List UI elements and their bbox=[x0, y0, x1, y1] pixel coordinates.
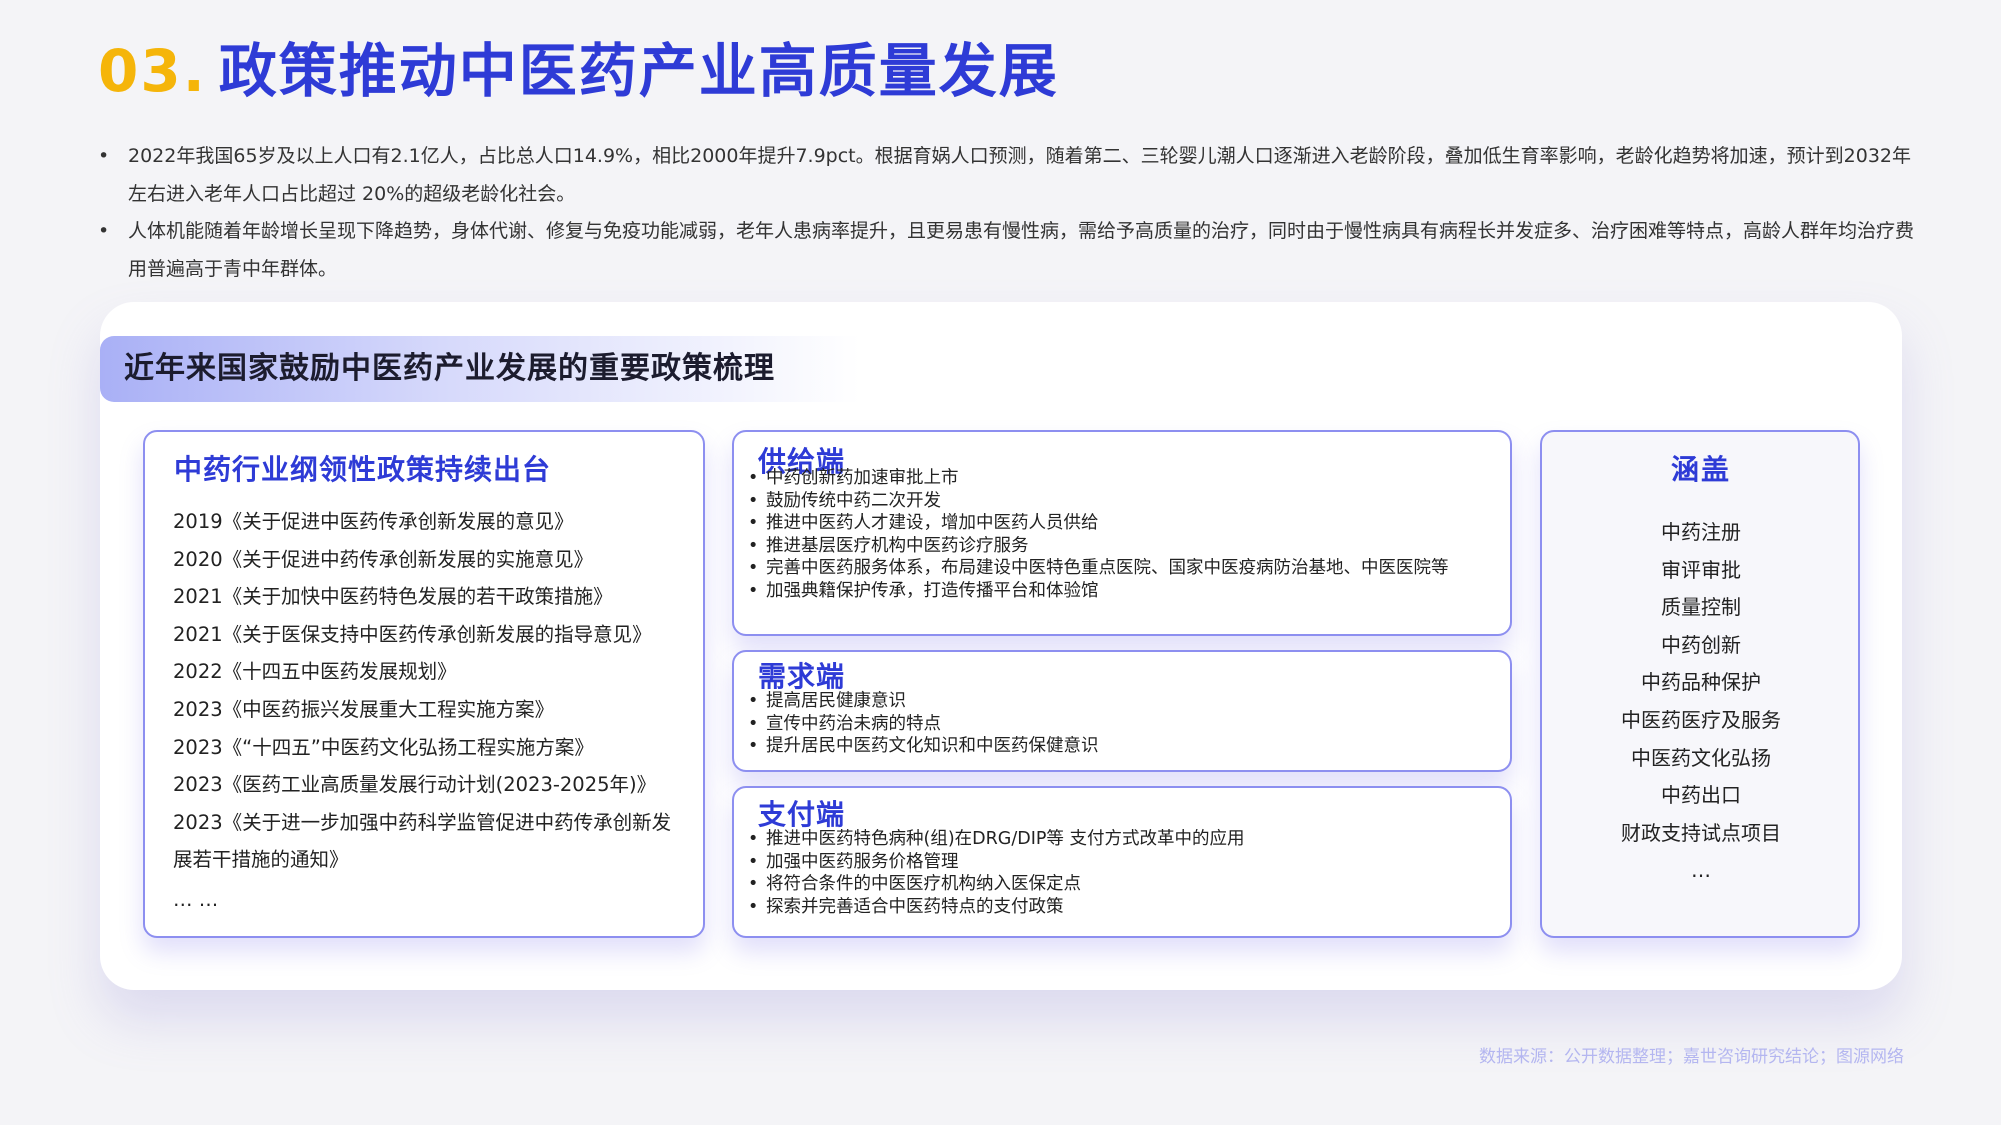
bullet-chronic-disease: 人体机能随着年龄增长呈现下降趋势，身体代谢、修复与免疫功能减弱，老年人患病率提升… bbox=[98, 213, 1918, 288]
data-source-note: 数据来源：公开数据整理；嘉世咨询研究结论；图源网络 bbox=[1479, 1047, 1904, 1067]
page-title: 03. 政策推动中医药产业高质量发展 bbox=[98, 34, 1059, 108]
list-item: 2023《中医药振兴发展重大工程实施方案》 bbox=[173, 697, 555, 721]
list-item: … bbox=[1691, 858, 1711, 883]
list-item: 2022《十四五中医药发展规划》 bbox=[173, 660, 457, 684]
panel-heading: 近年来国家鼓励中医药产业发展的重要政策梳理 bbox=[124, 351, 775, 386]
section-number: 03. bbox=[98, 37, 207, 105]
list-item: 中药品种保护 bbox=[1641, 670, 1761, 695]
list-item: 中药创新 bbox=[1661, 632, 1741, 657]
list-item: 将符合条件的中医医疗机构纳入医保定点 bbox=[748, 873, 1488, 896]
list-item: 2021《关于加快中医药特色发展的若干政策措施》 bbox=[173, 585, 613, 609]
intro-bullets: 2022年我国65岁及以上人口有2.1亿人，占比总人口14.9%，相比2000年… bbox=[98, 138, 1918, 288]
list-item: 中医药医疗及服务 bbox=[1621, 707, 1781, 732]
list-item: 2023《医药工业高质量发展行动计划(2023-2025年)》 bbox=[173, 773, 657, 797]
coverage-title: 涵盖 bbox=[1670, 453, 1731, 486]
supply-side-list: 中药创新药加速审批上市 鼓励传统中药二次开发 推进中医药人才建设，增加中医药人员… bbox=[748, 467, 1488, 602]
payment-side-title: 支付端 bbox=[758, 798, 846, 831]
list-item: 财政支持试点项目 bbox=[1621, 820, 1781, 845]
list-item: 中药注册 bbox=[1661, 520, 1741, 544]
list-item: 2023《“十四五”中医药文化弘扬工程实施方案》 bbox=[173, 735, 594, 759]
demand-side-title: 需求端 bbox=[758, 660, 846, 693]
demand-side-list: 提高居民健康意识 宣传中药治未病的特点 提升居民中医药文化知识和中医药保健意识 bbox=[748, 690, 1488, 758]
policy-list-title: 中药行业纲领性政策持续出台 bbox=[174, 453, 552, 486]
list-item: 审评审批 bbox=[1661, 557, 1741, 582]
list-item: 推进基层医疗机构中医药诊疗服务 bbox=[748, 535, 1488, 558]
section-title: 政策推动中医药产业高质量发展 bbox=[218, 37, 1059, 105]
list-item: 中医药文化弘扬 bbox=[1631, 745, 1771, 770]
list-item: 2021《关于医保支持中医药传承创新发展的指导意见》 bbox=[173, 622, 652, 646]
list-item: 加强中医药服务价格管理 bbox=[748, 851, 1488, 874]
list-item: 提高居民健康意识 bbox=[748, 690, 1488, 713]
list-item: 推进中医药特色病种(组)在DRG/DIP等 支付方式改革中的应用 bbox=[748, 828, 1488, 851]
list-item: 质量控制 bbox=[1661, 595, 1741, 620]
coverage-list: 中药注册 审评审批 质量控制 中药创新 中药品种保护 中医药医疗及服务 中医药文… bbox=[1542, 514, 1860, 890]
list-item: 探索并完善适合中医药特点的支付政策 bbox=[748, 896, 1488, 919]
list-item: 推进中医药人才建设，增加中医药人员供给 bbox=[748, 512, 1488, 535]
list-item: 完善中医药服务体系，布局建设中医特色重点医院、国家中医疫病防治基地、中医医院等 bbox=[748, 557, 1488, 580]
list-item: 宣传中药治未病的特点 bbox=[748, 713, 1488, 736]
list-item: 2020《关于促进中药传承创新发展的实施意见》 bbox=[173, 547, 594, 571]
list-item: 加强典籍保护传承，打造传播平台和体验馆 bbox=[748, 580, 1488, 603]
list-item: 鼓励传统中药二次开发 bbox=[748, 490, 1488, 513]
list-item: 中药创新药加速审批上市 bbox=[748, 467, 1488, 490]
list-item: 2019《关于促进中医药传承创新发展的意见》 bbox=[173, 510, 574, 533]
list-item: … … bbox=[173, 887, 219, 911]
list-item: 2023《关于进一步加强中药科学监管促进中药传承创新发展若干措施的通知》 bbox=[173, 810, 672, 872]
payment-side-list: 推进中医药特色病种(组)在DRG/DIP等 支付方式改革中的应用 加强中医药服务… bbox=[748, 828, 1488, 918]
bullet-aging-population: 2022年我国65岁及以上人口有2.1亿人，占比总人口14.9%，相比2000年… bbox=[98, 138, 1918, 213]
policy-list: 2019《关于促进中医药传承创新发展的意见》 2020《关于促进中药传承创新发展… bbox=[173, 503, 693, 921]
list-item: 中药出口 bbox=[1661, 783, 1741, 808]
list-item: 提升居民中医药文化知识和中医药保健意识 bbox=[748, 735, 1488, 758]
